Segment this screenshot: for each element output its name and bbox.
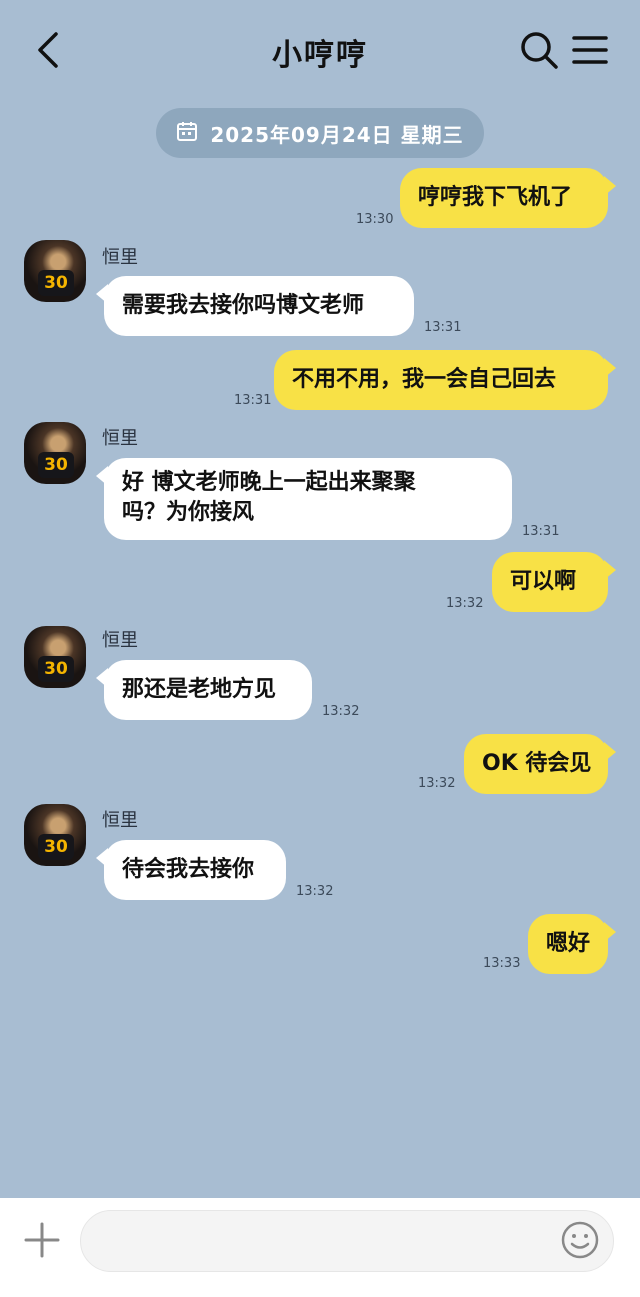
my-message-bubble[interactable]: 不用不用，我一会自己回去 (274, 350, 616, 410)
plus-icon[interactable] (22, 1220, 62, 1260)
contact-avatar[interactable]: 30 (24, 804, 86, 866)
their-message-bubble[interactable]: 那还是老地方见 (96, 660, 312, 720)
message-text-line: 吗？为你接风 (122, 500, 255, 525)
contact-avatar[interactable]: 30 (24, 240, 86, 302)
contact-name: 恒里 (102, 428, 138, 449)
message-time: 13:31 (522, 524, 560, 539)
message-time: 13:31 (234, 393, 272, 408)
date-separator: 2025年09月24日 星期三 (156, 108, 484, 158)
calendar-icon (176, 120, 198, 147)
message-time: 13:30 (356, 212, 394, 227)
contact-name: 恒里 (102, 810, 138, 831)
emoji-icon[interactable] (560, 1220, 600, 1260)
message-text-line: 好 博文老师晚上一起出来聚聚 (122, 470, 416, 495)
their-message-bubble[interactable]: 需要我去接你吗博文老师 (96, 276, 414, 336)
contact-avatar[interactable]: 30 (24, 422, 86, 484)
their-message-bubble[interactable]: 好 博文老师晚上一起出来聚聚 吗？为你接风 (96, 458, 512, 540)
my-message-bubble[interactable]: OK 待会见 (464, 734, 616, 794)
message-time: 13:32 (322, 704, 360, 719)
chat-header: 小哼哼 (0, 0, 640, 100)
date-separator-label: 2025年09月24日 星期三 (210, 122, 464, 147)
search-icon[interactable] (518, 30, 562, 70)
contact-name: 恒里 (102, 247, 138, 268)
message-time: 13:33 (483, 956, 521, 971)
message-time: 13:31 (424, 320, 462, 335)
contact-name: 恒里 (102, 630, 138, 651)
my-message-bubble[interactable]: 可以啊 (492, 552, 616, 612)
message-time: 13:32 (446, 596, 484, 611)
message-time: 13:32 (296, 884, 334, 899)
my-message-bubble[interactable]: 嗯好 (528, 914, 616, 974)
menu-icon[interactable] (570, 32, 610, 68)
contact-avatar[interactable]: 30 (24, 626, 86, 688)
their-message-bubble[interactable]: 待会我去接你 (96, 840, 286, 900)
message-input[interactable] (80, 1210, 614, 1272)
my-message-bubble[interactable]: 哼哼我下飞机了 (400, 168, 616, 228)
message-time: 13:32 (418, 776, 456, 791)
